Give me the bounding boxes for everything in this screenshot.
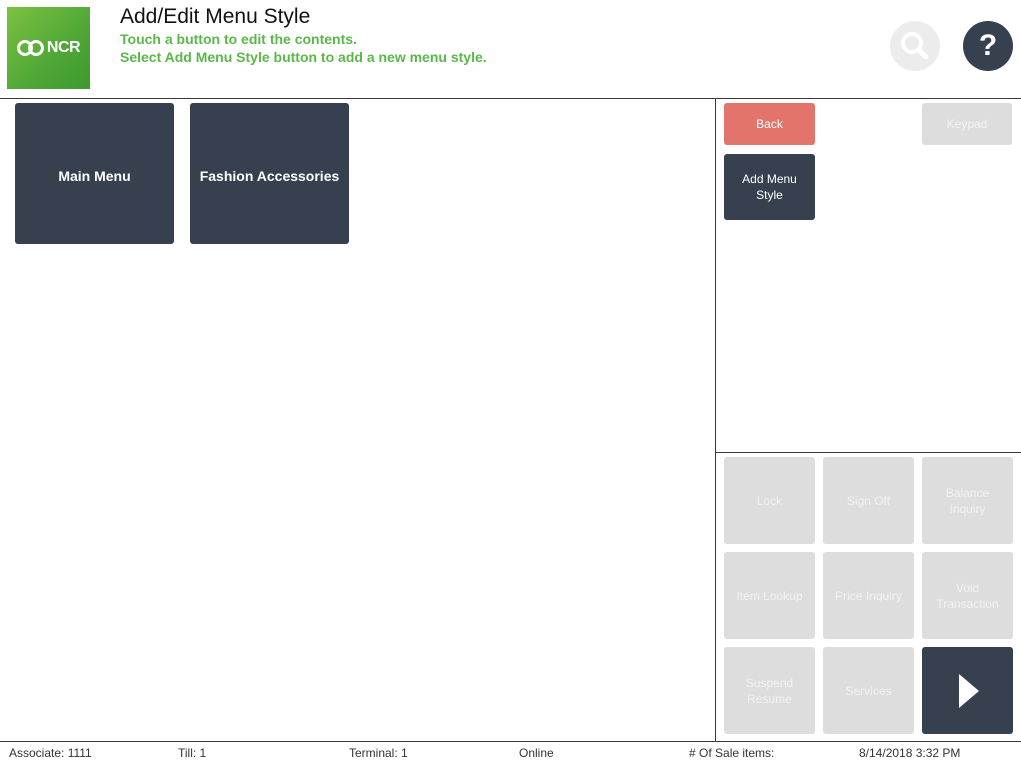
chevron-right-icon — [958, 673, 979, 708]
menu-style-fashion-accessories[interactable]: Fashion Accessories — [190, 103, 349, 244]
page-title: Add/Edit Menu Style — [120, 5, 311, 28]
logo-rings-icon — [16, 40, 45, 56]
keypad-button[interactable]: Keypad — [922, 103, 1012, 145]
menu-style-label: Fashion Accessories — [199, 167, 340, 184]
back-button[interactable]: Back — [724, 103, 815, 145]
vertical-divider — [715, 99, 716, 741]
help-icon: ? — [978, 29, 998, 62]
horizontal-divider — [716, 452, 1021, 453]
price-inquiry-button[interactable]: Price Inquiry — [823, 552, 914, 639]
instruction-line-2: Select Add Menu Style button to add a ne… — [120, 49, 487, 65]
search-icon — [901, 32, 929, 60]
instruction-line-1: Touch a button to edit the contents. — [120, 31, 357, 47]
menu-style-main-menu[interactable]: Main Menu — [15, 103, 174, 244]
menu-style-label: Main Menu — [58, 167, 131, 184]
next-page-button[interactable] — [922, 647, 1013, 734]
item-lookup-button[interactable]: Item Lookup — [724, 552, 815, 639]
sign-off-button[interactable]: Sign Off — [823, 457, 914, 544]
connection-status: Online — [519, 746, 554, 760]
menu-style-area: Main Menu Fashion Accessories — [0, 99, 715, 741]
ncr-logo: NCR — [7, 7, 90, 89]
services-button[interactable]: Services — [823, 647, 914, 734]
help-button[interactable]: ? — [963, 21, 1013, 71]
logo-text: NCR — [46, 39, 81, 56]
header: NCR Add/Edit Menu Style Touch a button t… — [0, 0, 1021, 99]
lock-button[interactable]: Lock — [724, 457, 815, 544]
associate-status: Associate: 1111 — [9, 746, 92, 760]
status-bar: Associate: 1111 Till: 1 Terminal: 1 Onli… — [0, 741, 1021, 765]
sale-items-count: # Of Sale items: — [689, 746, 775, 760]
search-button[interactable] — [890, 21, 940, 71]
suspend-resume-button[interactable]: Suspend Resume — [724, 647, 815, 734]
till-status: Till: 1 — [178, 746, 207, 760]
void-transaction-button[interactable]: Void Transaction — [922, 552, 1013, 639]
date-time: 8/14/2018 3:32 PM — [859, 746, 961, 760]
add-menu-style-button[interactable]: Add Menu Style — [724, 154, 815, 220]
terminal-status: Terminal: 1 — [349, 746, 408, 760]
balance-inquiry-button[interactable]: Balance Inquiry — [922, 457, 1013, 544]
